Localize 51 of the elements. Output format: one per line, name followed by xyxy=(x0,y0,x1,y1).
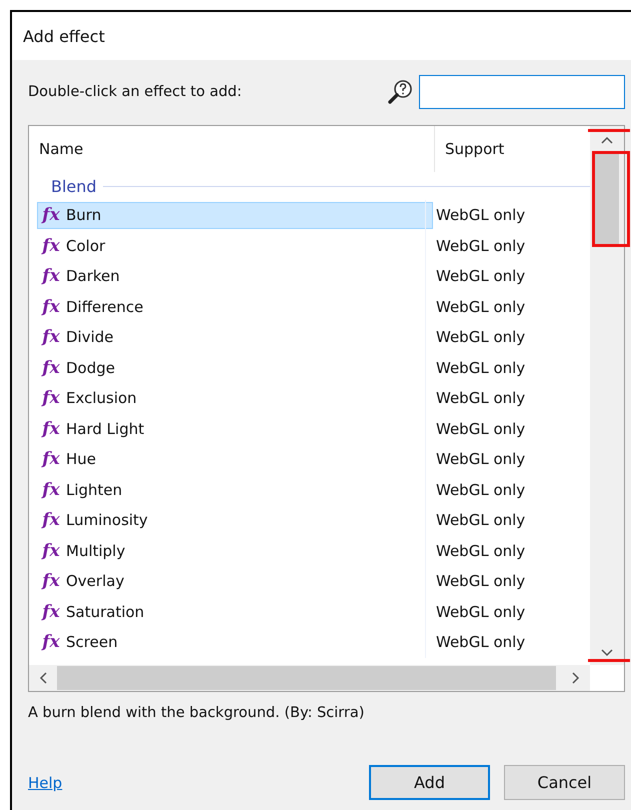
scroll-up-icon[interactable] xyxy=(601,136,613,146)
search-help-icon xyxy=(387,78,415,106)
support-cell: WebGL only xyxy=(425,566,526,596)
support-cell: WebGL only xyxy=(425,536,526,566)
support-cell: WebGL only xyxy=(425,200,526,230)
support-cell: WebGL only xyxy=(425,414,526,444)
group-label: Blend xyxy=(51,176,97,196)
effect-icon: fx xyxy=(38,205,64,226)
help-link[interactable]: Help xyxy=(28,774,62,792)
effect-item[interactable]: fx Burn xyxy=(37,202,433,229)
support-cell: WebGL only xyxy=(425,505,526,536)
support-cell: WebGL only xyxy=(425,230,526,261)
scroll-right-icon[interactable] xyxy=(570,672,580,684)
scrollbar-thumb[interactable] xyxy=(595,154,619,246)
effect-icon: fx xyxy=(38,327,64,348)
instruction-label: Double-click an effect to add: xyxy=(28,84,243,100)
scroll-left-icon[interactable] xyxy=(39,672,49,684)
effect-icon: fx xyxy=(38,540,64,561)
effect-icon: fx xyxy=(38,510,64,530)
vertical-scrollbar[interactable] xyxy=(590,126,624,665)
support-cell: WebGL only xyxy=(425,292,526,322)
support-cell: WebGL only xyxy=(425,352,526,383)
support-cell: WebGL only xyxy=(425,383,526,414)
effect-icon: fx xyxy=(38,602,64,622)
effect-icon: fx xyxy=(38,449,64,470)
dialog-button[interactable]: Add xyxy=(369,765,490,800)
effect-description: A burn blend with the background. (By: Scirra) xyxy=(28,705,366,721)
search-field[interactable] xyxy=(419,75,625,109)
support-cell: WebGL only xyxy=(425,627,526,658)
support-cell: WebGL only xyxy=(425,596,526,627)
support-cell: WebGL only xyxy=(425,261,526,292)
effect-icon: fx xyxy=(38,480,64,500)
effect-icon: fx xyxy=(38,418,64,439)
annotation-line xyxy=(588,129,630,132)
effect-icon: fx xyxy=(38,632,64,652)
window-title: Add effect xyxy=(23,26,105,46)
effect-icon: fx xyxy=(38,358,64,378)
support-cell: WebGL only xyxy=(425,474,526,505)
horizontal-scrollbar[interactable] xyxy=(29,665,590,691)
support-cell: WebGL only xyxy=(425,444,526,474)
effect-icon: fx xyxy=(38,571,64,592)
column-header[interactable]: Name xyxy=(29,126,435,172)
effect-icon: fx xyxy=(38,236,64,256)
effect-icon: fx xyxy=(38,388,64,408)
effect-icon: fx xyxy=(38,296,64,317)
dialog-button[interactable]: Cancel xyxy=(504,765,625,800)
annotation-line xyxy=(588,659,630,662)
effect-icon: fx xyxy=(38,266,64,286)
column-header[interactable]: Support xyxy=(435,140,504,158)
scroll-down-icon[interactable] xyxy=(601,647,613,657)
support-cell: WebGL only xyxy=(425,322,526,352)
